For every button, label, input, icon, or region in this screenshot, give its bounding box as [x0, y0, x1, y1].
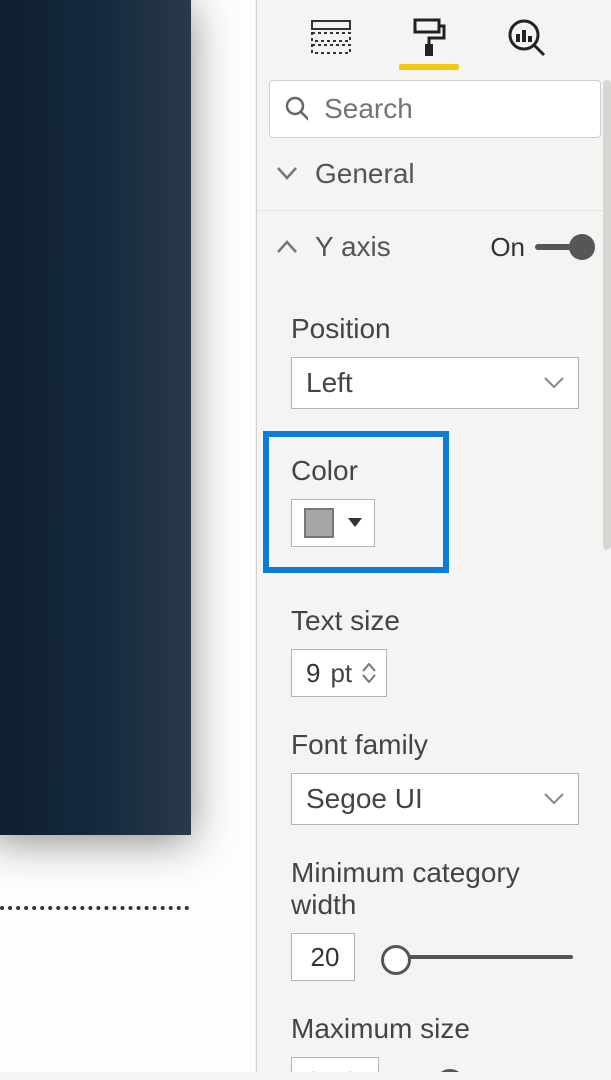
search-icon	[284, 95, 308, 123]
toggle-label: On	[490, 232, 525, 263]
slider-thumb[interactable]	[435, 1069, 465, 1072]
field-label: Minimum category width	[291, 857, 579, 921]
font-family-field: Font family Segoe UI	[291, 729, 579, 825]
chevron-down-icon	[362, 674, 376, 683]
chevron-down-icon	[275, 167, 299, 181]
chevron-down-icon	[544, 793, 564, 805]
section-title: General	[315, 158, 415, 190]
magnifier-chart-icon	[507, 18, 547, 58]
search-input-wrapper[interactable]	[269, 80, 601, 138]
chevron-up-icon	[275, 240, 299, 254]
y-axis-toggle[interactable]: On	[490, 232, 589, 263]
field-label: Font family	[291, 729, 579, 761]
chevron-down-icon	[544, 377, 564, 389]
fields-icon	[311, 20, 351, 56]
min-cat-width-slider[interactable]	[383, 955, 573, 959]
max-size-field: Maximum size 25 %	[291, 1013, 579, 1072]
field-label: Maximum size	[291, 1013, 579, 1045]
font-family-dropdown[interactable]: Segoe UI	[291, 773, 579, 825]
min-category-width-field: Minimum category width 20	[291, 857, 579, 981]
field-label: Text size	[291, 605, 579, 637]
section-header-y-axis[interactable]: Y axis On	[257, 211, 611, 283]
min-cat-width-input[interactable]: 20	[291, 933, 355, 981]
section-header-general[interactable]: General	[257, 138, 611, 210]
max-size-input[interactable]: 25 %	[291, 1057, 379, 1072]
position-field: Position Left	[291, 313, 579, 409]
search-input[interactable]	[322, 92, 586, 126]
toggle-knob	[569, 234, 595, 260]
dropdown-value: Segoe UI	[306, 783, 423, 815]
field-label: Color	[291, 455, 421, 487]
color-swatch	[304, 508, 334, 538]
max-size-unit: %	[345, 1066, 368, 1073]
color-field-highlighted: Color	[263, 431, 579, 573]
tab-analytics[interactable]	[497, 18, 557, 70]
field-label: Position	[291, 313, 579, 345]
paint-roller-icon	[411, 18, 447, 58]
slider-thumb[interactable]	[381, 945, 411, 975]
position-dropdown[interactable]: Left	[291, 357, 579, 409]
section-general: General	[257, 138, 611, 211]
annotation-highlight: Color	[263, 431, 449, 573]
text-size-stepper[interactable]: 9 pt	[291, 649, 387, 697]
min-cat-width-value: 20	[311, 942, 340, 973]
caret-down-icon	[348, 518, 362, 528]
y-axis-properties: Position Left Color	[257, 283, 611, 1072]
section-y-axis: Y axis On Position Left	[257, 211, 611, 1072]
section-title: Y axis	[315, 231, 391, 263]
panel-tabs	[257, 0, 611, 80]
format-panel: General Y axis On Position Left	[256, 0, 611, 1072]
color-picker[interactable]	[291, 499, 375, 547]
toggle-track	[535, 244, 589, 250]
text-size-unit: pt	[330, 658, 352, 689]
tab-fields[interactable]	[301, 20, 361, 68]
scrollbar-thumb[interactable]	[603, 80, 611, 550]
page-boundary-dotted	[0, 906, 189, 914]
tab-format[interactable]	[399, 18, 459, 70]
text-size-field: Text size 9 pt	[291, 605, 579, 697]
max-size-value: 25	[306, 1066, 335, 1073]
report-canvas-fragment	[0, 0, 255, 1072]
visual-thumbnail	[0, 0, 191, 835]
spinner-icons	[362, 663, 376, 683]
dropdown-value: Left	[306, 367, 353, 399]
text-size-value: 9	[306, 658, 320, 689]
chevron-up-icon	[362, 663, 376, 672]
